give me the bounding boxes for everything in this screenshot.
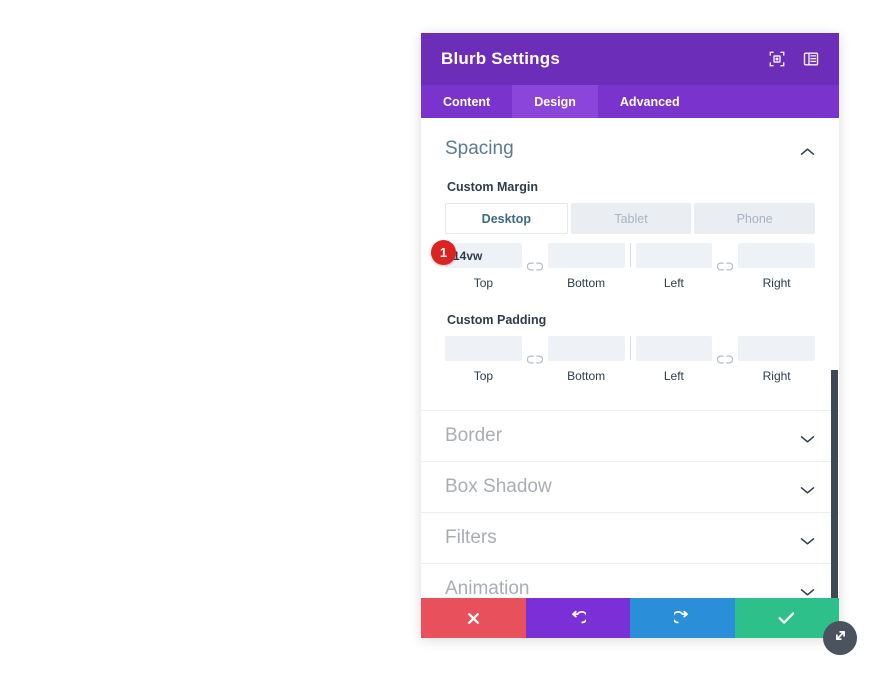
padding-horizontal-pair: Left Right xyxy=(635,336,815,383)
padding-right-cell: Right xyxy=(738,336,815,383)
padding-divider xyxy=(629,336,631,360)
section-filters[interactable]: Filters xyxy=(421,512,839,563)
redo-button[interactable] xyxy=(630,598,735,638)
margin-top-input[interactable] xyxy=(445,243,522,268)
section-spacing-header[interactable]: Spacing xyxy=(445,138,815,160)
margin-bottom-label: Bottom xyxy=(567,276,606,290)
layout-panel-icon[interactable] xyxy=(803,51,819,67)
padding-bottom-label: Bottom xyxy=(567,369,606,383)
section-animation[interactable]: Animation xyxy=(421,563,839,598)
panel-header: Blurb Settings xyxy=(421,33,839,85)
padding-left-label: Left xyxy=(663,369,684,383)
undo-button[interactable] xyxy=(525,598,630,638)
margin-device-tabs: Desktop Tablet Phone xyxy=(445,203,816,234)
chevron-down-icon[interactable] xyxy=(800,482,815,494)
unlink-icon[interactable] xyxy=(522,347,548,372)
cancel-button[interactable] xyxy=(421,598,526,638)
panel-tabs: Content Design Advanced xyxy=(421,85,839,118)
padding-right-label: Right xyxy=(762,369,791,383)
panel-body: Spacing Custom Margin Desktop Tablet Pho… xyxy=(421,118,839,598)
diagonal-resize-icon xyxy=(832,627,849,649)
undo-arrow-icon xyxy=(569,610,587,627)
tab-content[interactable]: Content xyxy=(421,85,512,118)
chevron-down-icon[interactable] xyxy=(800,584,815,596)
chevron-up-icon[interactable] xyxy=(800,144,815,155)
padding-left-cell: Left xyxy=(635,336,713,383)
section-spacing-title: Spacing xyxy=(445,138,514,159)
margin-right-label: Right xyxy=(762,276,791,290)
margin-right-input[interactable] xyxy=(738,243,815,268)
unlink-icon[interactable] xyxy=(522,254,548,279)
chevron-down-icon[interactable] xyxy=(800,431,815,443)
tab-advanced[interactable]: Advanced xyxy=(598,85,702,118)
panel-footer xyxy=(421,598,839,638)
scrollbar-track[interactable] xyxy=(831,118,839,598)
padding-bottom-input[interactable] xyxy=(547,336,625,361)
tab-design[interactable]: Design xyxy=(512,85,598,118)
collapsed-sections: Border Box Shadow Filters Animation xyxy=(421,410,839,598)
margin-right-cell: Right xyxy=(738,243,815,290)
padding-left-input[interactable] xyxy=(635,336,713,361)
unlink-icon[interactable] xyxy=(712,254,738,279)
section-animation-title: Animation xyxy=(445,578,530,598)
chevron-down-icon[interactable] xyxy=(800,533,815,545)
section-spacing: Spacing Custom Margin Desktop Tablet Pho… xyxy=(421,118,839,383)
margin-left-input[interactable] xyxy=(635,243,713,268)
custom-padding-label: Custom Padding xyxy=(447,313,547,327)
padding-inputs-row: Top Bottom Left Right xyxy=(445,336,815,383)
checkmark-icon xyxy=(778,611,795,625)
padding-top-label: Top xyxy=(473,369,494,383)
status-badge: 1 xyxy=(431,240,456,265)
blurb-settings-panel: Blurb Settings Content Design Advanced S… xyxy=(421,33,839,638)
padding-bottom-cell: Bottom xyxy=(547,336,625,383)
close-x-icon xyxy=(466,611,481,626)
margin-bottom-cell: Bottom xyxy=(547,243,625,290)
custom-margin-label: Custom Margin xyxy=(447,180,538,194)
margin-divider xyxy=(629,243,631,267)
unlink-icon[interactable] xyxy=(712,347,738,372)
device-tab-desktop[interactable]: Desktop xyxy=(445,203,568,234)
page-title: Blurb Settings xyxy=(441,49,560,68)
margin-left-cell: Left xyxy=(635,243,713,290)
resize-handle[interactable] xyxy=(823,621,857,655)
margin-top-cell: Top xyxy=(445,243,522,290)
padding-right-input[interactable] xyxy=(738,336,815,361)
padding-vertical-pair: Top Bottom xyxy=(445,336,625,383)
section-box-shadow[interactable]: Box Shadow xyxy=(421,461,839,512)
margin-bottom-input[interactable] xyxy=(547,243,625,268)
padding-top-cell: Top xyxy=(445,336,522,383)
device-tab-tablet[interactable]: Tablet xyxy=(570,203,692,234)
margin-inputs-row: 1 Top xyxy=(431,240,815,290)
margin-vertical-pair: Top Bottom xyxy=(445,243,625,290)
section-border-title: Border xyxy=(445,425,503,446)
device-tab-phone[interactable]: Phone xyxy=(694,203,816,234)
section-filters-title: Filters xyxy=(445,527,497,548)
margin-left-label: Left xyxy=(663,276,684,290)
scrollbar-thumb[interactable] xyxy=(831,370,838,598)
section-box-shadow-title: Box Shadow xyxy=(445,476,552,497)
redo-arrow-icon xyxy=(673,610,691,627)
focus-target-icon[interactable] xyxy=(769,51,785,67)
margin-horizontal-pair: Left Right xyxy=(635,243,815,290)
header-actions xyxy=(769,51,819,67)
padding-top-input[interactable] xyxy=(445,336,522,361)
margin-top-label: Top xyxy=(473,276,494,290)
section-border[interactable]: Border xyxy=(421,410,839,461)
